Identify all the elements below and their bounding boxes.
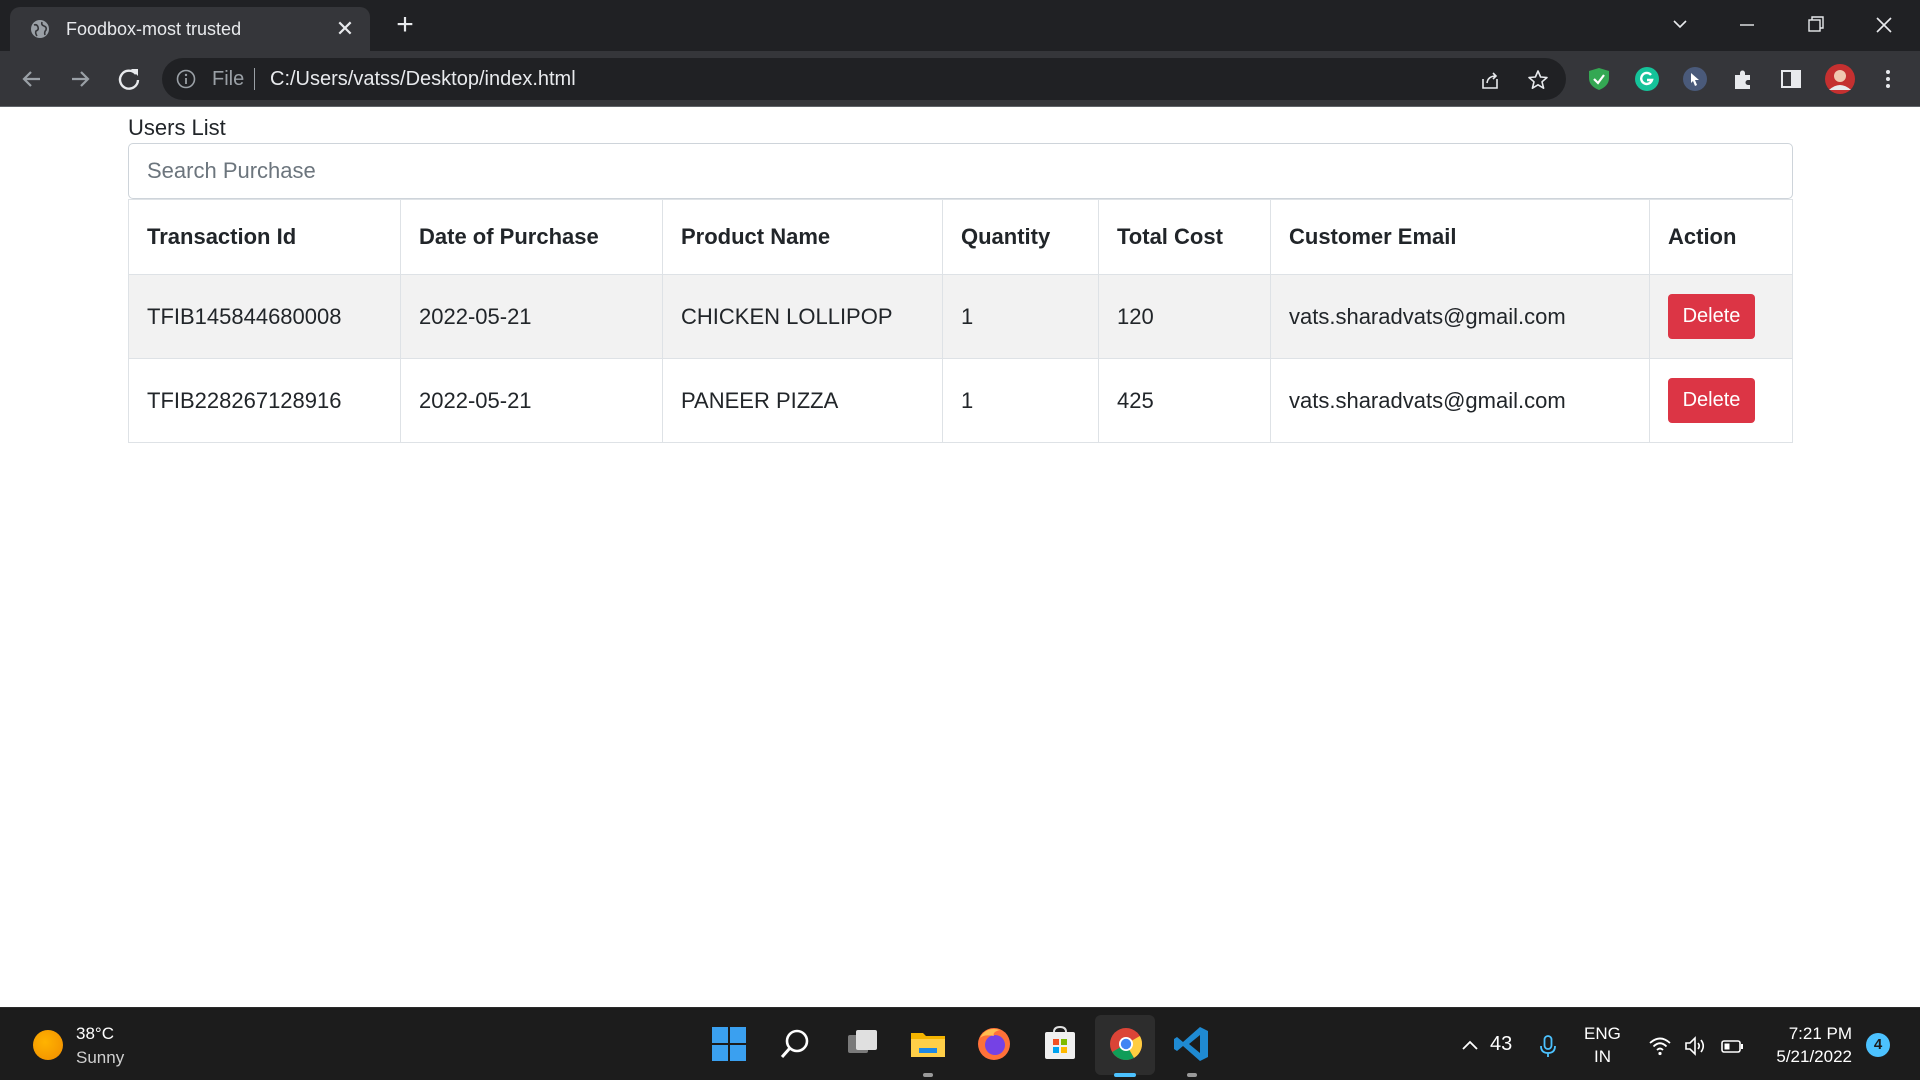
- browser-toolbar: File C:/Users/vatss/Desktop/index.html: [0, 51, 1920, 107]
- table-row: TFIB228267128916 2022-05-21 PANEER PIZZA…: [128, 358, 1793, 443]
- tray-count[interactable]: 43: [1490, 1034, 1512, 1054]
- cursor-extension-icon[interactable]: [1681, 65, 1709, 93]
- firefox-icon[interactable]: [972, 1022, 1016, 1066]
- close-window-icon[interactable]: [1864, 8, 1904, 42]
- clock-time[interactable]: 7:21 PM: [1786, 1024, 1852, 1044]
- search-icon[interactable]: [773, 1022, 817, 1066]
- battery-icon[interactable]: [1720, 1034, 1744, 1058]
- column-header-date: Date of Purchase: [400, 199, 663, 275]
- search-input[interactable]: [128, 143, 1793, 199]
- cell-product: PANEER PIZZA: [662, 358, 943, 443]
- running-indicator: [923, 1073, 933, 1077]
- store-icon[interactable]: [1038, 1022, 1082, 1066]
- microphone-icon[interactable]: [1536, 1034, 1560, 1058]
- cell-action: Delete: [1649, 274, 1793, 359]
- cell-transaction-id: TFIB145844680008: [128, 274, 401, 359]
- cell-transaction-id: TFIB228267128916: [128, 358, 401, 443]
- tab-title: Foodbox-most trusted: [66, 19, 242, 39]
- weather-condition[interactable]: Sunny: [76, 1048, 124, 1068]
- profile-avatar[interactable]: [1824, 63, 1856, 95]
- column-header-transaction-id: Transaction Id: [128, 199, 401, 275]
- url-text[interactable]: C:/Users/vatss/Desktop/index.html: [270, 69, 576, 89]
- omnibox-divider: [254, 68, 255, 90]
- side-panel-icon[interactable]: [1777, 65, 1805, 93]
- cell-email: vats.sharadvats@gmail.com: [1270, 274, 1650, 359]
- file-explorer-icon[interactable]: [906, 1022, 950, 1066]
- wifi-icon[interactable]: [1648, 1034, 1672, 1058]
- info-icon[interactable]: [176, 69, 196, 89]
- extensions-puzzle-icon[interactable]: [1729, 65, 1757, 93]
- cell-date: 2022-05-21: [400, 274, 663, 359]
- chrome-icon[interactable]: [1104, 1022, 1148, 1066]
- delete-button[interactable]: Delete: [1668, 294, 1755, 339]
- delete-button[interactable]: Delete: [1668, 378, 1755, 423]
- grammarly-icon[interactable]: [1633, 65, 1661, 93]
- task-view-icon[interactable]: [840, 1022, 884, 1066]
- purchases-table: Transaction Id Date of Purchase Product …: [128, 199, 1793, 443]
- menu-kebab-icon[interactable]: [1874, 65, 1902, 93]
- bookmark-star-icon[interactable]: [1526, 68, 1550, 92]
- table-header-row: Transaction Id Date of Purchase Product …: [128, 199, 1793, 275]
- tab-close-icon[interactable]: ✕: [332, 16, 358, 42]
- page-title: Users List: [128, 115, 226, 140]
- cell-date: 2022-05-21: [400, 358, 663, 443]
- minimize-icon[interactable]: [1727, 8, 1767, 42]
- globe-icon: [31, 20, 49, 38]
- column-header-total-cost: Total Cost: [1098, 199, 1271, 275]
- start-icon[interactable]: [707, 1022, 751, 1066]
- forward-arrow-icon[interactable]: [64, 63, 96, 95]
- back-arrow-icon[interactable]: [16, 63, 48, 95]
- cell-email: vats.sharadvats@gmail.com: [1270, 358, 1650, 443]
- windows-taskbar: 38°C Sunny 43 ENG IN 7:21 PM 5/21/2022 4: [0, 1007, 1920, 1080]
- column-header-quantity: Quantity: [942, 199, 1099, 275]
- language-region[interactable]: IN: [1594, 1047, 1611, 1067]
- cell-product: CHICKEN LOLLIPOP: [662, 274, 943, 359]
- language-code[interactable]: ENG: [1584, 1024, 1621, 1044]
- table-row: TFIB145844680008 2022-05-21 CHICKEN LOLL…: [128, 274, 1793, 359]
- cell-total-cost: 120: [1098, 274, 1271, 359]
- shield-extension-icon[interactable]: [1585, 65, 1613, 93]
- volume-icon[interactable]: [1683, 1034, 1707, 1058]
- cell-quantity: 1: [942, 274, 1099, 359]
- restore-icon[interactable]: [1796, 8, 1836, 42]
- chevron-up-icon[interactable]: [1458, 1034, 1482, 1058]
- active-indicator: [1114, 1073, 1136, 1077]
- browser-tab[interactable]: Foodbox-most trusted ✕: [10, 7, 370, 51]
- page-content: Users List Transaction Id Date of Purcha…: [0, 107, 1920, 1007]
- clock-date[interactable]: 5/21/2022: [1766, 1047, 1852, 1067]
- tab-search-chevron-icon[interactable]: [1660, 8, 1700, 42]
- address-bar[interactable]: File C:/Users/vatss/Desktop/index.html: [162, 58, 1566, 100]
- cell-action: Delete: [1649, 358, 1793, 443]
- reload-icon[interactable]: [113, 63, 145, 95]
- browser-tab-strip: Foodbox-most trusted ✕ +: [0, 0, 1920, 51]
- weather-temperature[interactable]: 38°C: [76, 1024, 114, 1044]
- share-icon[interactable]: [1478, 68, 1502, 92]
- column-header-product: Product Name: [662, 199, 943, 275]
- vscode-icon[interactable]: [1170, 1022, 1214, 1066]
- column-header-email: Customer Email: [1270, 199, 1650, 275]
- sun-icon[interactable]: [33, 1030, 63, 1060]
- new-tab-button[interactable]: +: [390, 10, 420, 41]
- url-scheme-label: File: [212, 68, 245, 90]
- running-indicator: [1187, 1073, 1197, 1077]
- cell-total-cost: 425: [1098, 358, 1271, 443]
- cell-quantity: 1: [942, 358, 1099, 443]
- column-header-action: Action: [1649, 199, 1793, 275]
- notification-badge[interactable]: 4: [1866, 1033, 1890, 1057]
